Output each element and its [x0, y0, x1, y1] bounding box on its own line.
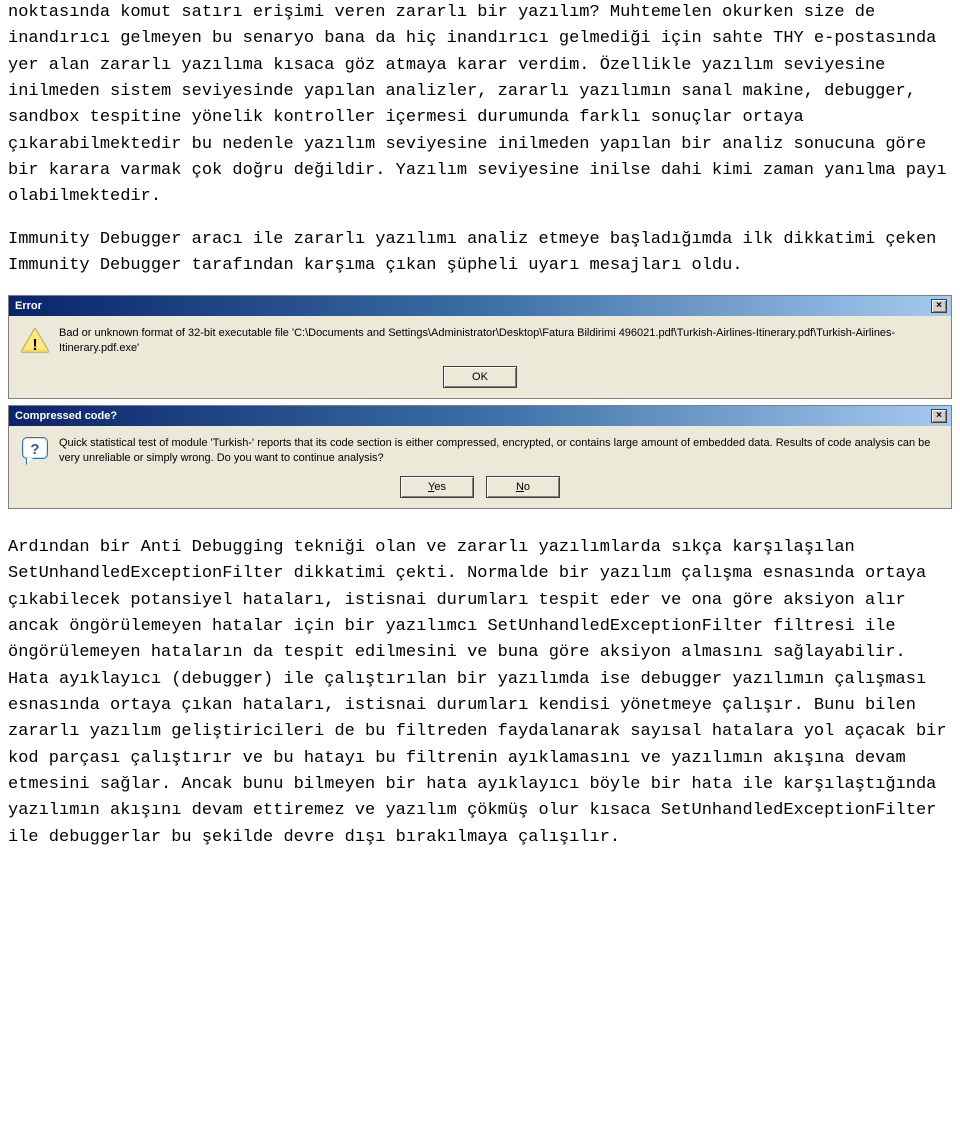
error-dialog: Error × ! Bad or unknown format of 32-bi… — [8, 295, 952, 399]
compressed-dialog-titlebar[interactable]: Compressed code? × — [9, 406, 951, 426]
close-icon: × — [936, 301, 942, 311]
question-icon: ? — [21, 436, 49, 464]
no-button-accel: N — [516, 481, 524, 493]
compressed-dialog-message: Quick statistical test of module 'Turkis… — [59, 436, 939, 466]
compressed-dialog-title: Compressed code? — [13, 408, 117, 425]
body-paragraph-3: Ardından bir Anti Debugging tekniği olan… — [8, 535, 952, 851]
error-dialog-titlebar[interactable]: Error × — [9, 296, 951, 316]
close-button[interactable]: × — [931, 299, 947, 313]
yes-button[interactable]: Yes — [400, 476, 474, 498]
close-icon: × — [936, 411, 942, 421]
compressed-code-dialog: Compressed code? × ? Quick statistical t… — [8, 405, 952, 509]
warning-icon: ! — [21, 326, 49, 354]
error-dialog-message: Bad or unknown format of 32-bit executab… — [59, 326, 939, 356]
body-paragraph-2: Immunity Debugger aracı ile zararlı yazı… — [8, 227, 952, 280]
body-paragraph-1: noktasında komut satırı erişimi veren za… — [8, 0, 952, 211]
ok-button[interactable]: OK — [443, 366, 517, 388]
close-button[interactable]: × — [931, 409, 947, 423]
error-dialog-title: Error — [13, 298, 42, 315]
no-button-rest: o — [524, 481, 530, 493]
yes-button-rest: es — [434, 481, 446, 493]
no-button[interactable]: No — [486, 476, 560, 498]
